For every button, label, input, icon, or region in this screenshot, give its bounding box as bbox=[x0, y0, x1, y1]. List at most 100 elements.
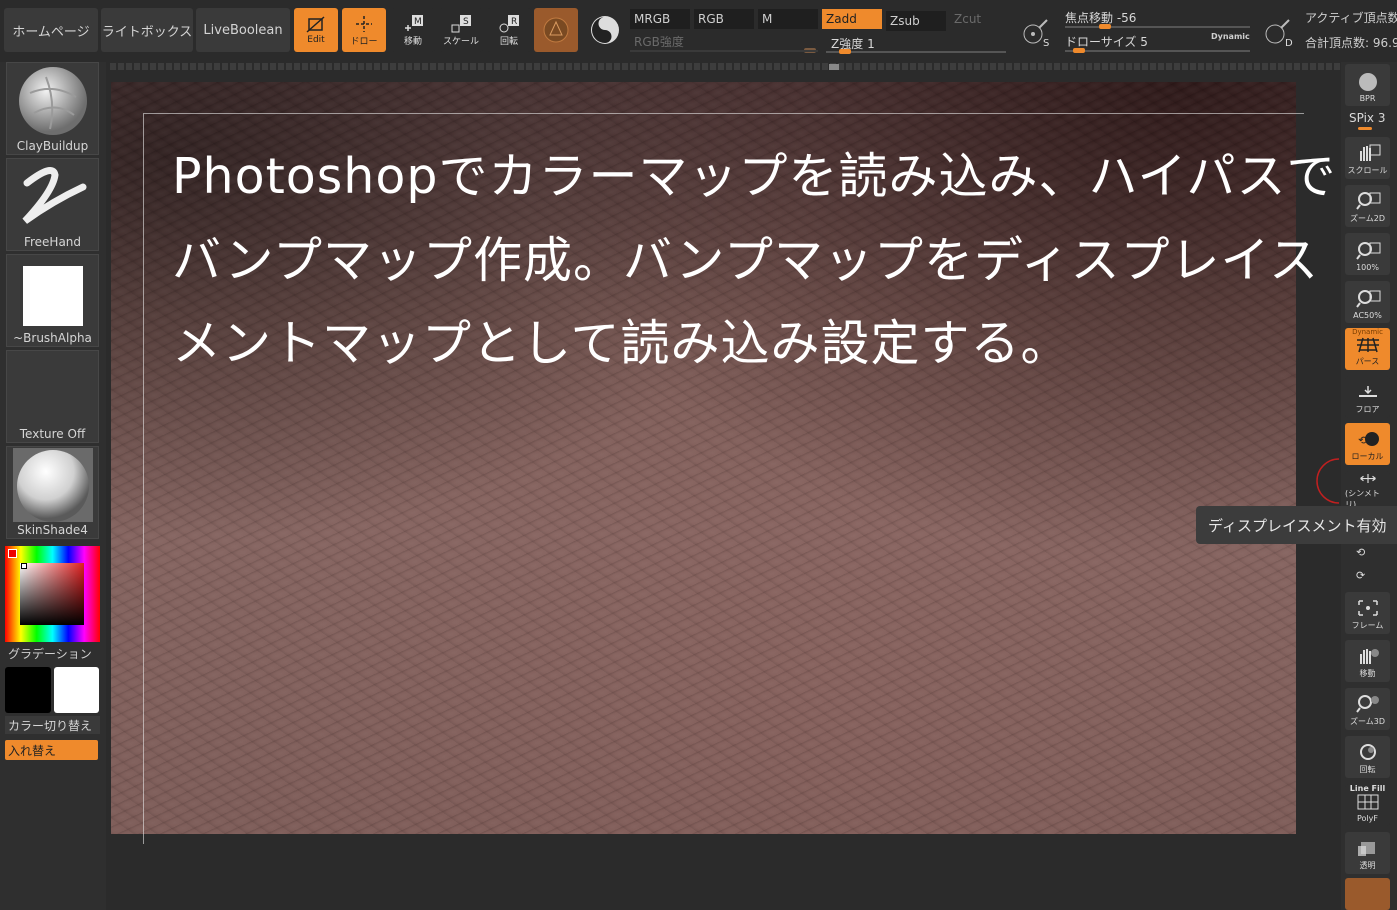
edit-icon bbox=[306, 16, 325, 33]
hue-indicator[interactable] bbox=[8, 549, 17, 558]
rotate-y-icon[interactable]: ⟲ bbox=[1356, 546, 1365, 559]
focal-shift-track bbox=[1065, 26, 1250, 28]
zcut-button[interactable]: Zcut bbox=[950, 9, 1008, 29]
material-button[interactable] bbox=[534, 8, 578, 52]
rgb-button[interactable]: RGB bbox=[694, 9, 754, 29]
local-symmetry-icon: ⟲ bbox=[1358, 432, 1379, 447]
m-button[interactable]: M bbox=[758, 9, 818, 29]
draw-button[interactable]: ドロー bbox=[342, 8, 386, 52]
home-page-button[interactable]: ホームページ bbox=[4, 8, 98, 52]
zoom3d-button[interactable]: ズーム3D bbox=[1345, 688, 1390, 730]
zoom2d-button[interactable]: ズーム2D bbox=[1345, 185, 1390, 227]
half-size-button[interactable]: AC50% bbox=[1345, 281, 1390, 323]
half-size-label: AC50% bbox=[1353, 311, 1382, 320]
liveboolean-button[interactable]: LiveBoolean bbox=[196, 8, 290, 52]
dots-button[interactable]: D bbox=[1255, 10, 1299, 54]
color-switch-button[interactable]: カラー切り替え bbox=[5, 716, 100, 734]
zoom3d-icon bbox=[1355, 695, 1379, 713]
texture-name: Texture Off bbox=[19, 427, 86, 441]
main-color-swatch[interactable] bbox=[54, 667, 99, 713]
persp-label: パース bbox=[1355, 357, 1380, 366]
perspective-button[interactable]: Dynamic パース bbox=[1345, 328, 1390, 370]
rotate3d-button[interactable]: 回転 bbox=[1345, 736, 1390, 778]
bpr-button[interactable]: BPR bbox=[1345, 64, 1390, 106]
color-saturation-field[interactable] bbox=[20, 563, 84, 625]
z-intensity-slider[interactable]: Z強度 1 bbox=[831, 35, 875, 52]
texture-mode-icon bbox=[591, 16, 619, 44]
tray-divider[interactable] bbox=[110, 63, 1340, 70]
symmetry-axis-icon bbox=[1359, 474, 1376, 483]
spix-slider[interactable]: SPix 3 bbox=[1349, 111, 1385, 125]
stroke-spray-button[interactable]: S bbox=[1013, 10, 1057, 54]
hand-move-icon bbox=[1359, 649, 1379, 664]
bpr-sphere-icon bbox=[1358, 73, 1377, 91]
z-intensity-track bbox=[826, 51, 1006, 53]
edit-button[interactable]: Edit bbox=[294, 8, 338, 52]
actual-size-button[interactable]: 100% bbox=[1345, 233, 1390, 275]
perspective-grid-icon bbox=[1356, 337, 1379, 353]
transparency-button[interactable]: 透明 bbox=[1345, 832, 1390, 874]
scroll-button[interactable]: スクロール bbox=[1345, 137, 1390, 179]
svg-text:⟲: ⟲ bbox=[1358, 434, 1367, 447]
floor-button[interactable]: フロア bbox=[1345, 376, 1390, 418]
swap-colors-button[interactable]: 入れ替え bbox=[5, 740, 98, 760]
zadd-button[interactable]: Zadd bbox=[822, 9, 882, 29]
secondary-color-swatch[interactable] bbox=[5, 667, 51, 713]
brush-selector[interactable]: ClayBuildup bbox=[6, 62, 99, 155]
overlay-text-line1: Photoshopでカラーマップを読み込み、ハイパスで bbox=[172, 148, 1337, 205]
edit-label: Edit bbox=[307, 35, 325, 45]
tooltip-displacement: ディスプレイスメント有効 bbox=[1196, 506, 1397, 544]
move-tool-button[interactable]: M 移動 bbox=[391, 8, 435, 52]
move3d-button[interactable]: 移動 bbox=[1345, 640, 1390, 682]
focal-shift-value: -56 bbox=[1116, 11, 1137, 25]
persp-dynamic-label: Dynamic bbox=[1352, 328, 1383, 336]
zoom3d-label: ズーム3D bbox=[1349, 717, 1385, 726]
linefill-label: Line Fill bbox=[1349, 784, 1386, 793]
zoom2d-label: ズーム2D bbox=[1349, 214, 1385, 223]
rgb-intensity-slider[interactable]: RGB強度 bbox=[630, 31, 818, 51]
transp-label: 透明 bbox=[1359, 861, 1376, 870]
stroke-selector[interactable]: FreeHand bbox=[6, 158, 99, 251]
stroke-dots-icon: D bbox=[1265, 19, 1293, 48]
dynamic-toggle[interactable]: Dynamic bbox=[1211, 32, 1250, 41]
rotate-tool-button[interactable]: R 回転 bbox=[487, 8, 531, 52]
material-selector[interactable]: SkinShade4 bbox=[6, 446, 99, 539]
draw-size-value: 5 bbox=[1140, 35, 1148, 49]
brush-name: ClayBuildup bbox=[16, 139, 89, 153]
alpha-name: ~BrushAlpha bbox=[13, 331, 92, 345]
draw-label: ドロー bbox=[350, 36, 378, 47]
gradient-label: グラデーション bbox=[8, 647, 92, 661]
active-points-label: アクティブ頂点数 bbox=[1305, 11, 1397, 25]
alpha-preview bbox=[23, 266, 83, 326]
mrgb-button[interactable]: MRGB bbox=[630, 9, 690, 29]
local-label: ローカル bbox=[1351, 452, 1384, 461]
ghost-button[interactable] bbox=[1345, 878, 1390, 910]
svg-text:M: M bbox=[414, 17, 422, 27]
zsub-button[interactable]: Zsub bbox=[886, 11, 946, 31]
frame-button[interactable]: フレーム bbox=[1345, 592, 1390, 634]
local-button[interactable]: ⟲ ローカル bbox=[1345, 423, 1390, 465]
scroll-label: スクロール bbox=[1347, 166, 1388, 175]
texture-mode-button[interactable] bbox=[583, 8, 627, 52]
frame-corners-icon bbox=[1357, 600, 1378, 616]
rotate-z-icon[interactable]: ⟳ bbox=[1356, 569, 1365, 582]
texture-selector[interactable]: Texture Off bbox=[6, 350, 99, 443]
polyframe-button[interactable]: Line Fill PolyF bbox=[1345, 784, 1390, 826]
alpha-selector[interactable]: ~BrushAlpha bbox=[6, 254, 99, 347]
lightbox-button[interactable]: ライトボックス bbox=[101, 8, 193, 52]
bpr-label: BPR bbox=[1359, 94, 1376, 103]
spix-knob[interactable] bbox=[1358, 127, 1372, 130]
material-sphere-icon bbox=[543, 17, 569, 43]
rotate3d-icon bbox=[1359, 744, 1376, 760]
draw-size-knob[interactable] bbox=[1073, 48, 1085, 53]
scale-tool-button[interactable]: S スケール bbox=[439, 8, 483, 52]
zoom2d-icon bbox=[1355, 192, 1380, 210]
z-intensity-knob[interactable] bbox=[839, 49, 851, 54]
stroke-name: FreeHand bbox=[23, 235, 82, 249]
rgb-intensity-track bbox=[630, 50, 818, 52]
tray-handle[interactable] bbox=[829, 64, 839, 70]
draw-size-label: ドローサイズ bbox=[1065, 35, 1137, 49]
rotate-tool-label: 回転 bbox=[499, 36, 518, 47]
color-cursor[interactable] bbox=[21, 563, 27, 569]
focal-shift-knob[interactable] bbox=[1099, 24, 1111, 29]
